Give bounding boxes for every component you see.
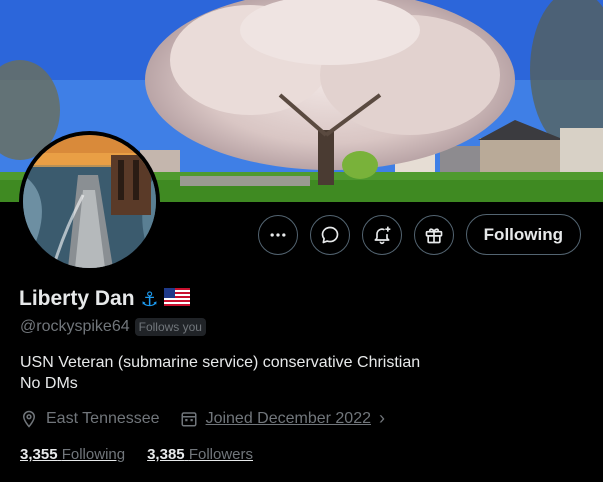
display-name: Liberty Dan	[19, 287, 135, 310]
subscribe-button[interactable]	[413, 214, 454, 255]
location-text: East Tennessee	[46, 409, 160, 427]
following-count-link[interactable]: 3,355 Following	[20, 446, 125, 463]
avatar[interactable]	[19, 131, 160, 272]
location-item: East Tennessee	[20, 410, 160, 428]
following-button[interactable]: Following	[465, 214, 581, 255]
location-pin-icon	[22, 410, 36, 428]
display-name-row: Liberty Dan ⚓	[19, 287, 191, 311]
followers-label: Followers	[188, 446, 253, 463]
chevron-right-icon: ›	[379, 408, 385, 428]
more-button[interactable]	[257, 214, 298, 255]
avatar-image	[23, 135, 156, 268]
profile-bio: USN Veteran (submarine service) conserva…	[20, 352, 420, 394]
follows-you-badge: Follows you	[134, 318, 206, 336]
anchor-emoji: ⚓	[140, 287, 159, 311]
joined-item[interactable]: Joined December 2022 ›	[180, 408, 385, 429]
joined-date-link[interactable]: Joined December 2022	[206, 410, 371, 428]
bio-line: USN Veteran (submarine service) conserva…	[20, 354, 421, 371]
followers-count: 3,385	[147, 446, 185, 463]
followers-count-link[interactable]: 3,385 Followers	[147, 446, 253, 463]
profile-actions: Following	[257, 214, 581, 255]
message-button[interactable]	[309, 214, 350, 255]
profile-meta: East Tennessee Joined December 2022 ›	[20, 408, 385, 429]
more-dots-icon	[270, 232, 286, 237]
gift-icon	[425, 227, 443, 243]
us-flag-emoji	[164, 288, 191, 310]
follow-counts: 3,355 Following 3,385 Followers	[20, 446, 253, 463]
bio-line: No DMs	[20, 375, 78, 392]
following-label: Following	[61, 446, 126, 463]
handle-row: @rockyspike64 Follows you	[20, 318, 206, 336]
user-handle: @rockyspike64	[20, 318, 130, 335]
us-flag-icon	[164, 288, 191, 306]
bell-plus-icon	[374, 226, 391, 244]
notifications-button[interactable]	[361, 214, 402, 255]
calendar-icon	[181, 411, 197, 426]
message-bubble-icon	[321, 226, 339, 243]
following-count: 3,355	[20, 446, 58, 463]
